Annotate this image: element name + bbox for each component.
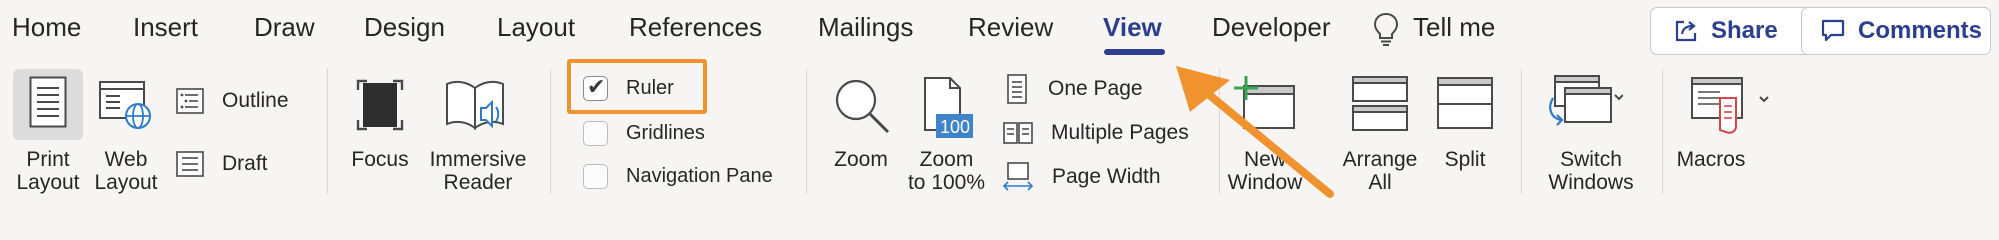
- macros-label: Macros: [1676, 148, 1746, 171]
- immersive-reader-label-1: Immersive: [429, 148, 527, 171]
- tab-insert[interactable]: Insert: [133, 12, 198, 43]
- draft-button[interactable]: Draft: [176, 147, 268, 181]
- navigation-pane-checkbox[interactable]: [583, 163, 608, 189]
- gridlines-label: Gridlines: [626, 121, 705, 144]
- comment-icon: [1821, 19, 1845, 42]
- group-separator: [1521, 68, 1522, 194]
- immersive-reader-icon: [446, 80, 504, 130]
- draft-icon: [176, 151, 204, 177]
- share-button-label: Share: [1711, 17, 1778, 44]
- group-separator: [327, 68, 328, 194]
- immersive-reader-label-2: Reader: [443, 171, 513, 194]
- lightbulb-icon: [1373, 12, 1399, 46]
- print-layout-icon: [29, 76, 67, 128]
- outline-label: Outline: [222, 89, 289, 112]
- gridlines-checkbox[interactable]: [583, 120, 608, 146]
- web-layout-icon: [99, 81, 151, 129]
- one-page-label: One Page: [1048, 77, 1143, 100]
- active-tab-indicator: [1104, 49, 1165, 55]
- share-button[interactable]: Share: [1650, 7, 1815, 55]
- tell-me-search[interactable]: Tell me: [1413, 12, 1495, 43]
- magnifier-icon: [835, 79, 890, 134]
- macros-button[interactable]: Macros: [1675, 70, 1775, 200]
- annotation-highlight-box: [567, 59, 707, 114]
- tab-draw[interactable]: Draw: [254, 12, 315, 43]
- page-width-icon: [1002, 162, 1034, 191]
- annotation-arrow: [1176, 66, 1334, 198]
- tab-developer[interactable]: Developer: [1212, 12, 1331, 43]
- navigation-pane-label: Navigation Pane: [626, 164, 773, 187]
- immersive-reader-button[interactable]: Immersive Reader: [422, 70, 534, 200]
- web-layout-button[interactable]: Web Layout: [86, 70, 166, 200]
- focus-icon: [356, 79, 404, 131]
- split-label: Split: [1444, 148, 1486, 171]
- print-layout-label-2: Layout: [16, 171, 80, 194]
- zoom-100-button[interactable]: 100 Zoom to 100%: [904, 70, 989, 200]
- outline-button[interactable]: Outline: [176, 84, 289, 118]
- tab-layout[interactable]: Layout: [497, 12, 575, 43]
- outline-icon: [176, 88, 204, 114]
- switch-windows-button[interactable]: Switch Windows: [1535, 70, 1647, 200]
- switch-windows-icon: [1549, 75, 1623, 126]
- one-page-button[interactable]: One Page: [1004, 72, 1143, 106]
- ribbon-tab-bar: Home Insert Draw Design Layout Reference…: [0, 0, 1999, 58]
- multiple-pages-icon: [1003, 122, 1033, 144]
- draft-label: Draft: [222, 152, 268, 175]
- page-width-button[interactable]: Page Width: [1002, 160, 1161, 194]
- tab-design[interactable]: Design: [364, 12, 445, 43]
- split-icon: [1437, 77, 1493, 129]
- one-page-icon: [1007, 74, 1027, 104]
- tab-review[interactable]: Review: [968, 12, 1053, 43]
- zoom-100-badge: 100: [939, 117, 971, 137]
- zoom-button[interactable]: Zoom: [823, 70, 899, 200]
- page-width-label: Page Width: [1052, 165, 1161, 188]
- focus-button[interactable]: Focus: [340, 70, 420, 200]
- zoom-100-label-2: to 100%: [907, 171, 986, 194]
- tab-mailings[interactable]: Mailings: [818, 12, 913, 43]
- tab-view[interactable]: View: [1103, 12, 1162, 43]
- navigation-pane-checkbox-row[interactable]: Navigation Pane: [583, 159, 773, 193]
- web-layout-label-2: Layout: [94, 171, 158, 194]
- print-layout-button[interactable]: Print Layout: [8, 70, 88, 200]
- switch-windows-label-2: Windows: [1548, 171, 1634, 194]
- tab-home[interactable]: Home: [12, 12, 81, 43]
- group-separator: [1662, 68, 1663, 194]
- split-button[interactable]: Split: [1430, 70, 1500, 200]
- macros-icon: [1691, 77, 1769, 134]
- gridlines-checkbox-row[interactable]: Gridlines: [583, 116, 705, 150]
- zoom-label: Zoom: [834, 148, 888, 171]
- zoom-100-label-1: Zoom: [919, 148, 974, 171]
- group-separator: [806, 68, 807, 194]
- focus-label: Focus: [351, 148, 409, 171]
- print-layout-label-1: Print: [26, 148, 70, 171]
- share-icon: [1675, 20, 1697, 42]
- web-layout-label-1: Web: [104, 148, 148, 171]
- tab-references[interactable]: References: [629, 12, 762, 43]
- comments-button[interactable]: Comments: [1801, 7, 1991, 55]
- comments-button-label: Comments: [1858, 17, 1983, 44]
- arrange-all-icon: [1352, 76, 1408, 131]
- switch-windows-label-1: Switch: [1560, 148, 1622, 171]
- group-separator: [550, 68, 551, 194]
